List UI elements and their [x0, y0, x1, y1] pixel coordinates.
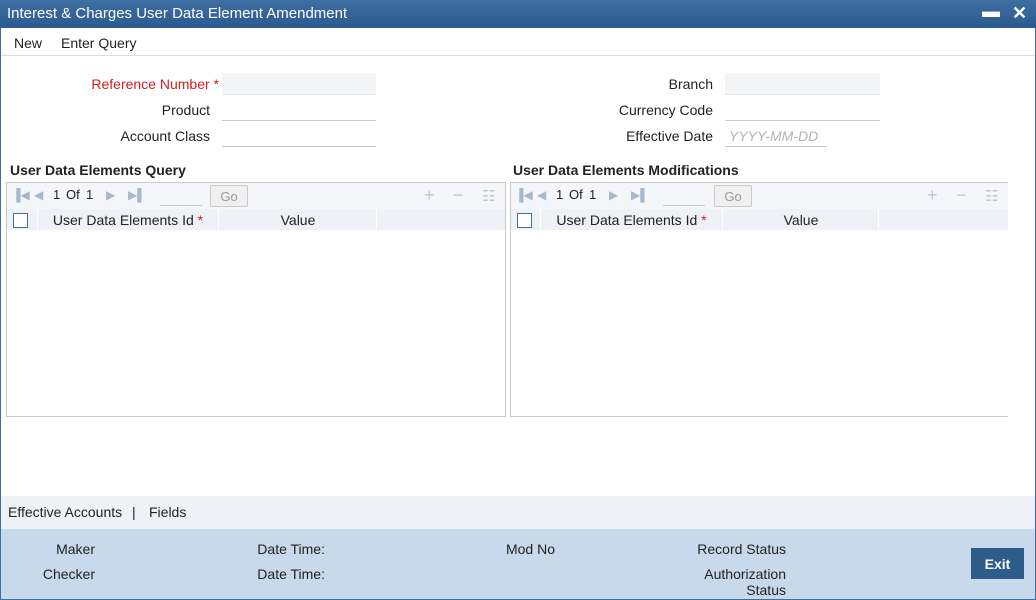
- go-button[interactable]: Go: [210, 185, 248, 207]
- currency-code-label: Currency Code: [618, 102, 713, 118]
- page-number-input[interactable]: [160, 186, 202, 206]
- select-all-checkbox[interactable]: [517, 213, 532, 228]
- column-header-value: Value: [280, 212, 316, 228]
- effective-date-label: Effective Date: [626, 128, 713, 144]
- total-pages: 1: [589, 187, 597, 202]
- last-page-icon[interactable]: ▶▌: [128, 188, 146, 202]
- currency-code-field[interactable]: [725, 99, 880, 121]
- maker-label: Maker: [56, 541, 95, 557]
- menu-enter-query[interactable]: Enter Query: [61, 35, 136, 51]
- fields-link[interactable]: Fields: [149, 504, 186, 520]
- subtabs-bar: Effective Accounts | Fields: [1, 496, 1035, 529]
- audit-panel: Maker Checker Date Time: Date Time: Mod …: [1, 529, 1035, 599]
- mod-grid: ▐◀ ◀ 1 Of 1 ▶ ▶▌ Go + − ☷ User Data Elem…: [510, 182, 1008, 417]
- next-page-icon[interactable]: ▶: [609, 188, 618, 202]
- branch-field[interactable]: [725, 73, 880, 95]
- column-header-user-data-elements-id: User Data Elements Id *: [556, 212, 707, 228]
- subtab-separator: |: [132, 504, 136, 520]
- menu-new[interactable]: New: [14, 35, 42, 51]
- window-titlebar: Interest & Charges User Data Element Ame…: [0, 0, 1036, 28]
- mod-grid-title: User Data Elements Modifications: [513, 162, 739, 178]
- go-button[interactable]: Go: [714, 185, 752, 207]
- page-of-label: Of: [66, 187, 80, 202]
- last-page-icon[interactable]: ▶▌: [631, 188, 649, 202]
- total-pages: 1: [86, 187, 94, 202]
- mod-grid-pager: ▐◀ ◀ 1 Of 1 ▶ ▶▌ Go + − ☷: [511, 183, 1008, 209]
- first-page-icon[interactable]: ▐◀: [515, 188, 533, 202]
- branch-label: Branch: [668, 76, 713, 92]
- add-row-icon[interactable]: +: [424, 185, 435, 206]
- delete-row-icon[interactable]: −: [956, 185, 967, 206]
- previous-page-icon[interactable]: ◀: [537, 188, 546, 202]
- next-page-icon[interactable]: ▶: [106, 188, 115, 202]
- query-grid: ▐◀ ◀ 1 Of 1 ▶ ▶▌ Go + − ☷ User Data Elem…: [6, 182, 506, 417]
- effective-accounts-link[interactable]: Effective Accounts: [8, 504, 122, 520]
- product-label: Product: [161, 102, 210, 118]
- view-rows-icon[interactable]: ☷: [482, 187, 495, 205]
- column-header-user-data-elements-id: User Data Elements Id *: [52, 212, 204, 228]
- page-of-label: Of: [569, 187, 583, 202]
- checker-label: Checker: [42, 566, 95, 582]
- page-number-input[interactable]: [663, 186, 705, 206]
- current-page: 1: [53, 187, 61, 202]
- current-page: 1: [556, 187, 564, 202]
- maker-date-time-label: Date Time:: [257, 541, 325, 557]
- authorization-status-label: Authorization Status: [704, 566, 786, 598]
- exit-button[interactable]: Exit: [971, 548, 1024, 579]
- query-grid-pager: ▐◀ ◀ 1 Of 1 ▶ ▶▌ Go + − ☷: [7, 183, 505, 209]
- record-status-label: Record Status: [697, 541, 786, 557]
- view-rows-icon[interactable]: ☷: [985, 187, 998, 205]
- previous-page-icon[interactable]: ◀: [34, 188, 43, 202]
- query-grid-header: User Data Elements Id * Value: [7, 209, 505, 231]
- window-title: Interest & Charges User Data Element Ame…: [7, 5, 348, 22]
- reference-number-label: Reference Number *: [91, 76, 219, 92]
- checker-date-time-label: Date Time:: [257, 566, 325, 582]
- column-header-value: Value: [783, 212, 819, 228]
- account-class-label: Account Class: [120, 128, 210, 144]
- effective-date-field[interactable]: [725, 125, 827, 147]
- close-icon[interactable]: ✕: [1012, 3, 1027, 24]
- query-grid-title: User Data Elements Query: [10, 162, 186, 178]
- menu-bar: New Enter Query: [1, 29, 1035, 56]
- delete-row-icon[interactable]: −: [453, 185, 464, 206]
- reference-number-field[interactable]: [222, 73, 376, 95]
- minimize-icon[interactable]: ▬: [982, 1, 1000, 22]
- mod-no-label: Mod No: [505, 541, 555, 557]
- product-field[interactable]: [222, 99, 376, 121]
- select-all-checkbox[interactable]: [13, 213, 28, 228]
- mod-grid-header: User Data Elements Id * Value: [511, 209, 1008, 231]
- account-class-field[interactable]: [222, 125, 376, 147]
- first-page-icon[interactable]: ▐◀: [12, 188, 30, 202]
- add-row-icon[interactable]: +: [927, 185, 938, 206]
